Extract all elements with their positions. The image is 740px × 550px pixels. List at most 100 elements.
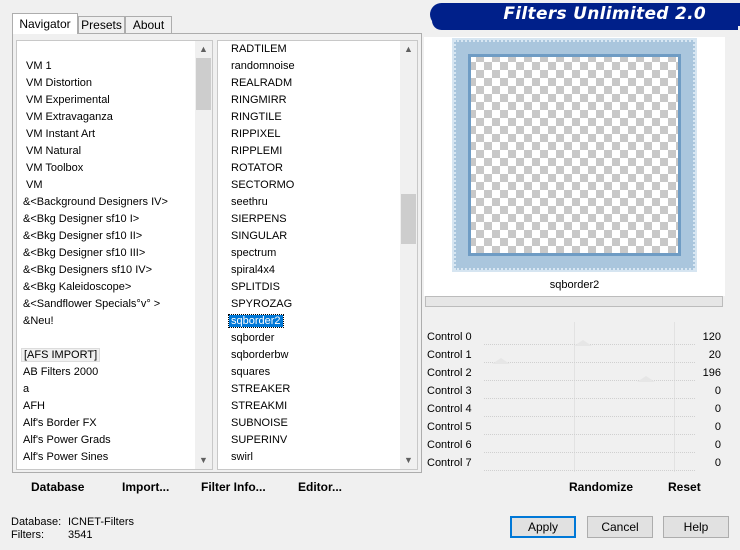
list-item[interactable]: VM Experimental — [24, 92, 112, 109]
list-item[interactable]: VM — [24, 177, 45, 194]
slider-track[interactable] — [484, 380, 695, 381]
list-item[interactable]: STREAKER — [229, 381, 292, 398]
list-item[interactable]: &<Bkg Designer sf10 II> — [21, 228, 144, 245]
list-item-label: spectrum — [231, 247, 277, 259]
control-slider[interactable]: Control 5 0 — [424, 418, 725, 436]
list-item[interactable]: RADTILEM — [229, 41, 289, 58]
list-item[interactable]: Alf's Border FX — [21, 415, 99, 432]
list-item[interactable]: &<Bkg Designer sf10 I> — [21, 211, 141, 228]
control-label: Control 4 — [427, 403, 472, 415]
category-scroll-thumb[interactable] — [196, 58, 211, 110]
list-item[interactable]: SPYROZAG — [229, 296, 294, 313]
list-item[interactable]: VM Natural — [24, 143, 83, 160]
progress-bar — [425, 296, 723, 307]
filter-info-button[interactable]: Filter Info... — [201, 480, 266, 494]
tab-navigator[interactable]: Navigator — [12, 13, 78, 34]
list-item[interactable]: spiral4x4 — [229, 262, 277, 279]
list-item[interactable]: SINGULAR — [229, 228, 289, 245]
list-item-label: SUPERINV — [231, 434, 288, 446]
list-item[interactable]: SUBNOISE — [229, 415, 290, 432]
list-item[interactable]: AFH — [21, 398, 47, 415]
list-item-label: SUBNOISE — [231, 417, 288, 429]
list-item[interactable]: SPLITDIS — [229, 279, 282, 296]
slider-track[interactable] — [484, 452, 695, 453]
list-item[interactable]: Alf's Power Grads — [21, 432, 113, 449]
control-label: Control 3 — [427, 385, 472, 397]
list-item[interactable]: spectrum — [229, 245, 278, 262]
list-item[interactable]: Alf's Power Toys — [21, 466, 105, 469]
control-slider[interactable]: Control 6 0 — [424, 436, 725, 454]
reset-button[interactable]: Reset — [668, 480, 701, 494]
database-button[interactable]: Database — [31, 480, 84, 494]
list-item-label: Alf's Power Grads — [23, 434, 111, 446]
randomize-button[interactable]: Randomize — [569, 480, 633, 494]
list-item[interactable]: RINGMIRR — [229, 92, 289, 109]
list-item[interactable]: randomnoise — [229, 58, 297, 75]
editor-button[interactable]: Editor... — [298, 480, 342, 494]
control-slider[interactable]: Control 3 0 — [424, 382, 725, 400]
list-item[interactable]: VM Instant Art — [24, 126, 97, 143]
list-item[interactable]: SUPERINV — [229, 432, 289, 449]
scroll-down-icon[interactable]: ▼ — [195, 452, 212, 469]
list-item[interactable]: SIERPENS — [229, 211, 289, 228]
list-item[interactable]: squares — [229, 364, 272, 381]
list-item[interactable]: seethru — [229, 194, 270, 211]
list-item[interactable]: &<Bkg Kaleidoscope> — [21, 279, 133, 296]
list-item[interactable]: Alf's Power Sines — [21, 449, 110, 466]
scroll-down-icon[interactable]: ▼ — [400, 452, 417, 469]
list-item[interactable]: &Neu! — [21, 313, 56, 330]
control-value: 0 — [714, 457, 721, 469]
slider-track[interactable] — [484, 398, 695, 399]
list-item[interactable]: RIPPLEMI — [229, 143, 284, 160]
tab-about[interactable]: About — [125, 16, 172, 34]
scroll-up-icon[interactable]: ▲ — [195, 41, 212, 58]
list-item[interactable]: &<Bkg Designers sf10 IV> — [21, 262, 154, 279]
list-item-label: &<Bkg Designer sf10 III> — [23, 247, 146, 259]
list-item[interactable]: VM 1 — [24, 58, 54, 75]
list-item[interactable]: VM Extravaganza — [24, 109, 115, 126]
list-item[interactable]: RIPPIXEL — [229, 126, 283, 143]
list-item-label: RADTILEM — [231, 43, 287, 55]
scroll-up-icon[interactable]: ▲ — [400, 41, 417, 58]
control-slider[interactable]: Control 1 20 — [424, 346, 725, 364]
filter-scroll-thumb[interactable] — [401, 194, 416, 244]
list-item[interactable]: sqborderbw — [229, 347, 290, 364]
list-item[interactable]: VM Toolbox — [24, 160, 85, 177]
slider-track[interactable] — [484, 470, 695, 471]
list-item[interactable]: ROTATOR — [229, 160, 285, 177]
filter-list[interactable]: RADTILEM randomnoise REALRADM RINGMIRR RINGT… — [217, 40, 418, 470]
list-item[interactable]: swirl — [229, 449, 255, 466]
import-button[interactable]: Import... — [122, 480, 169, 494]
list-item[interactable]: &<Background Designers IV> — [21, 194, 170, 211]
slider-track[interactable] — [484, 362, 695, 363]
list-item[interactable]: &<Bkg Designer sf10 III> — [21, 245, 147, 262]
list-item[interactable]: REALRADM — [229, 75, 294, 92]
help-button[interactable]: Help — [663, 516, 729, 538]
list-item[interactable]: RINGTILE — [229, 109, 284, 126]
list-item[interactable]: sqborder — [229, 330, 276, 347]
category-scrollbar[interactable]: ▲ ▼ — [195, 41, 212, 469]
list-item[interactable]: SECTORMO — [229, 177, 296, 194]
list-item[interactable]: AB Filters 2000 — [21, 364, 100, 381]
slider-track[interactable] — [484, 434, 695, 435]
database-value: ICNET-Filters — [68, 516, 134, 528]
list-item[interactable]: &<Sandflower Specials°v° > — [21, 296, 162, 313]
category-list[interactable]: VM 1 VM Distortion VM Experimental VM Extra… — [16, 40, 213, 470]
list-item[interactable]: STREAKMI — [229, 398, 289, 415]
slider-track[interactable] — [484, 416, 695, 417]
control-slider[interactable]: Control 4 0 — [424, 400, 725, 418]
cancel-button[interactable]: Cancel — [587, 516, 653, 538]
list-item[interactable]: a — [21, 381, 31, 398]
list-item-label: VM Instant Art — [26, 128, 96, 140]
list-item-label: randomnoise — [231, 60, 295, 72]
control-slider[interactable]: Control 7 0 — [424, 454, 725, 472]
list-item[interactable]: [AFS IMPORT] — [21, 347, 101, 364]
tab-presets[interactable]: Presets — [78, 16, 125, 34]
filter-scrollbar[interactable]: ▲ ▼ — [400, 41, 417, 469]
list-item[interactable]: sqborder2 — [228, 313, 284, 330]
list-item[interactable]: VM Distortion — [24, 75, 94, 92]
apply-button[interactable]: Apply — [510, 516, 576, 538]
list-item[interactable] — [21, 330, 25, 347]
control-slider[interactable]: Control 2 196 — [424, 364, 725, 382]
control-slider[interactable]: Control 0 120 — [424, 328, 725, 346]
